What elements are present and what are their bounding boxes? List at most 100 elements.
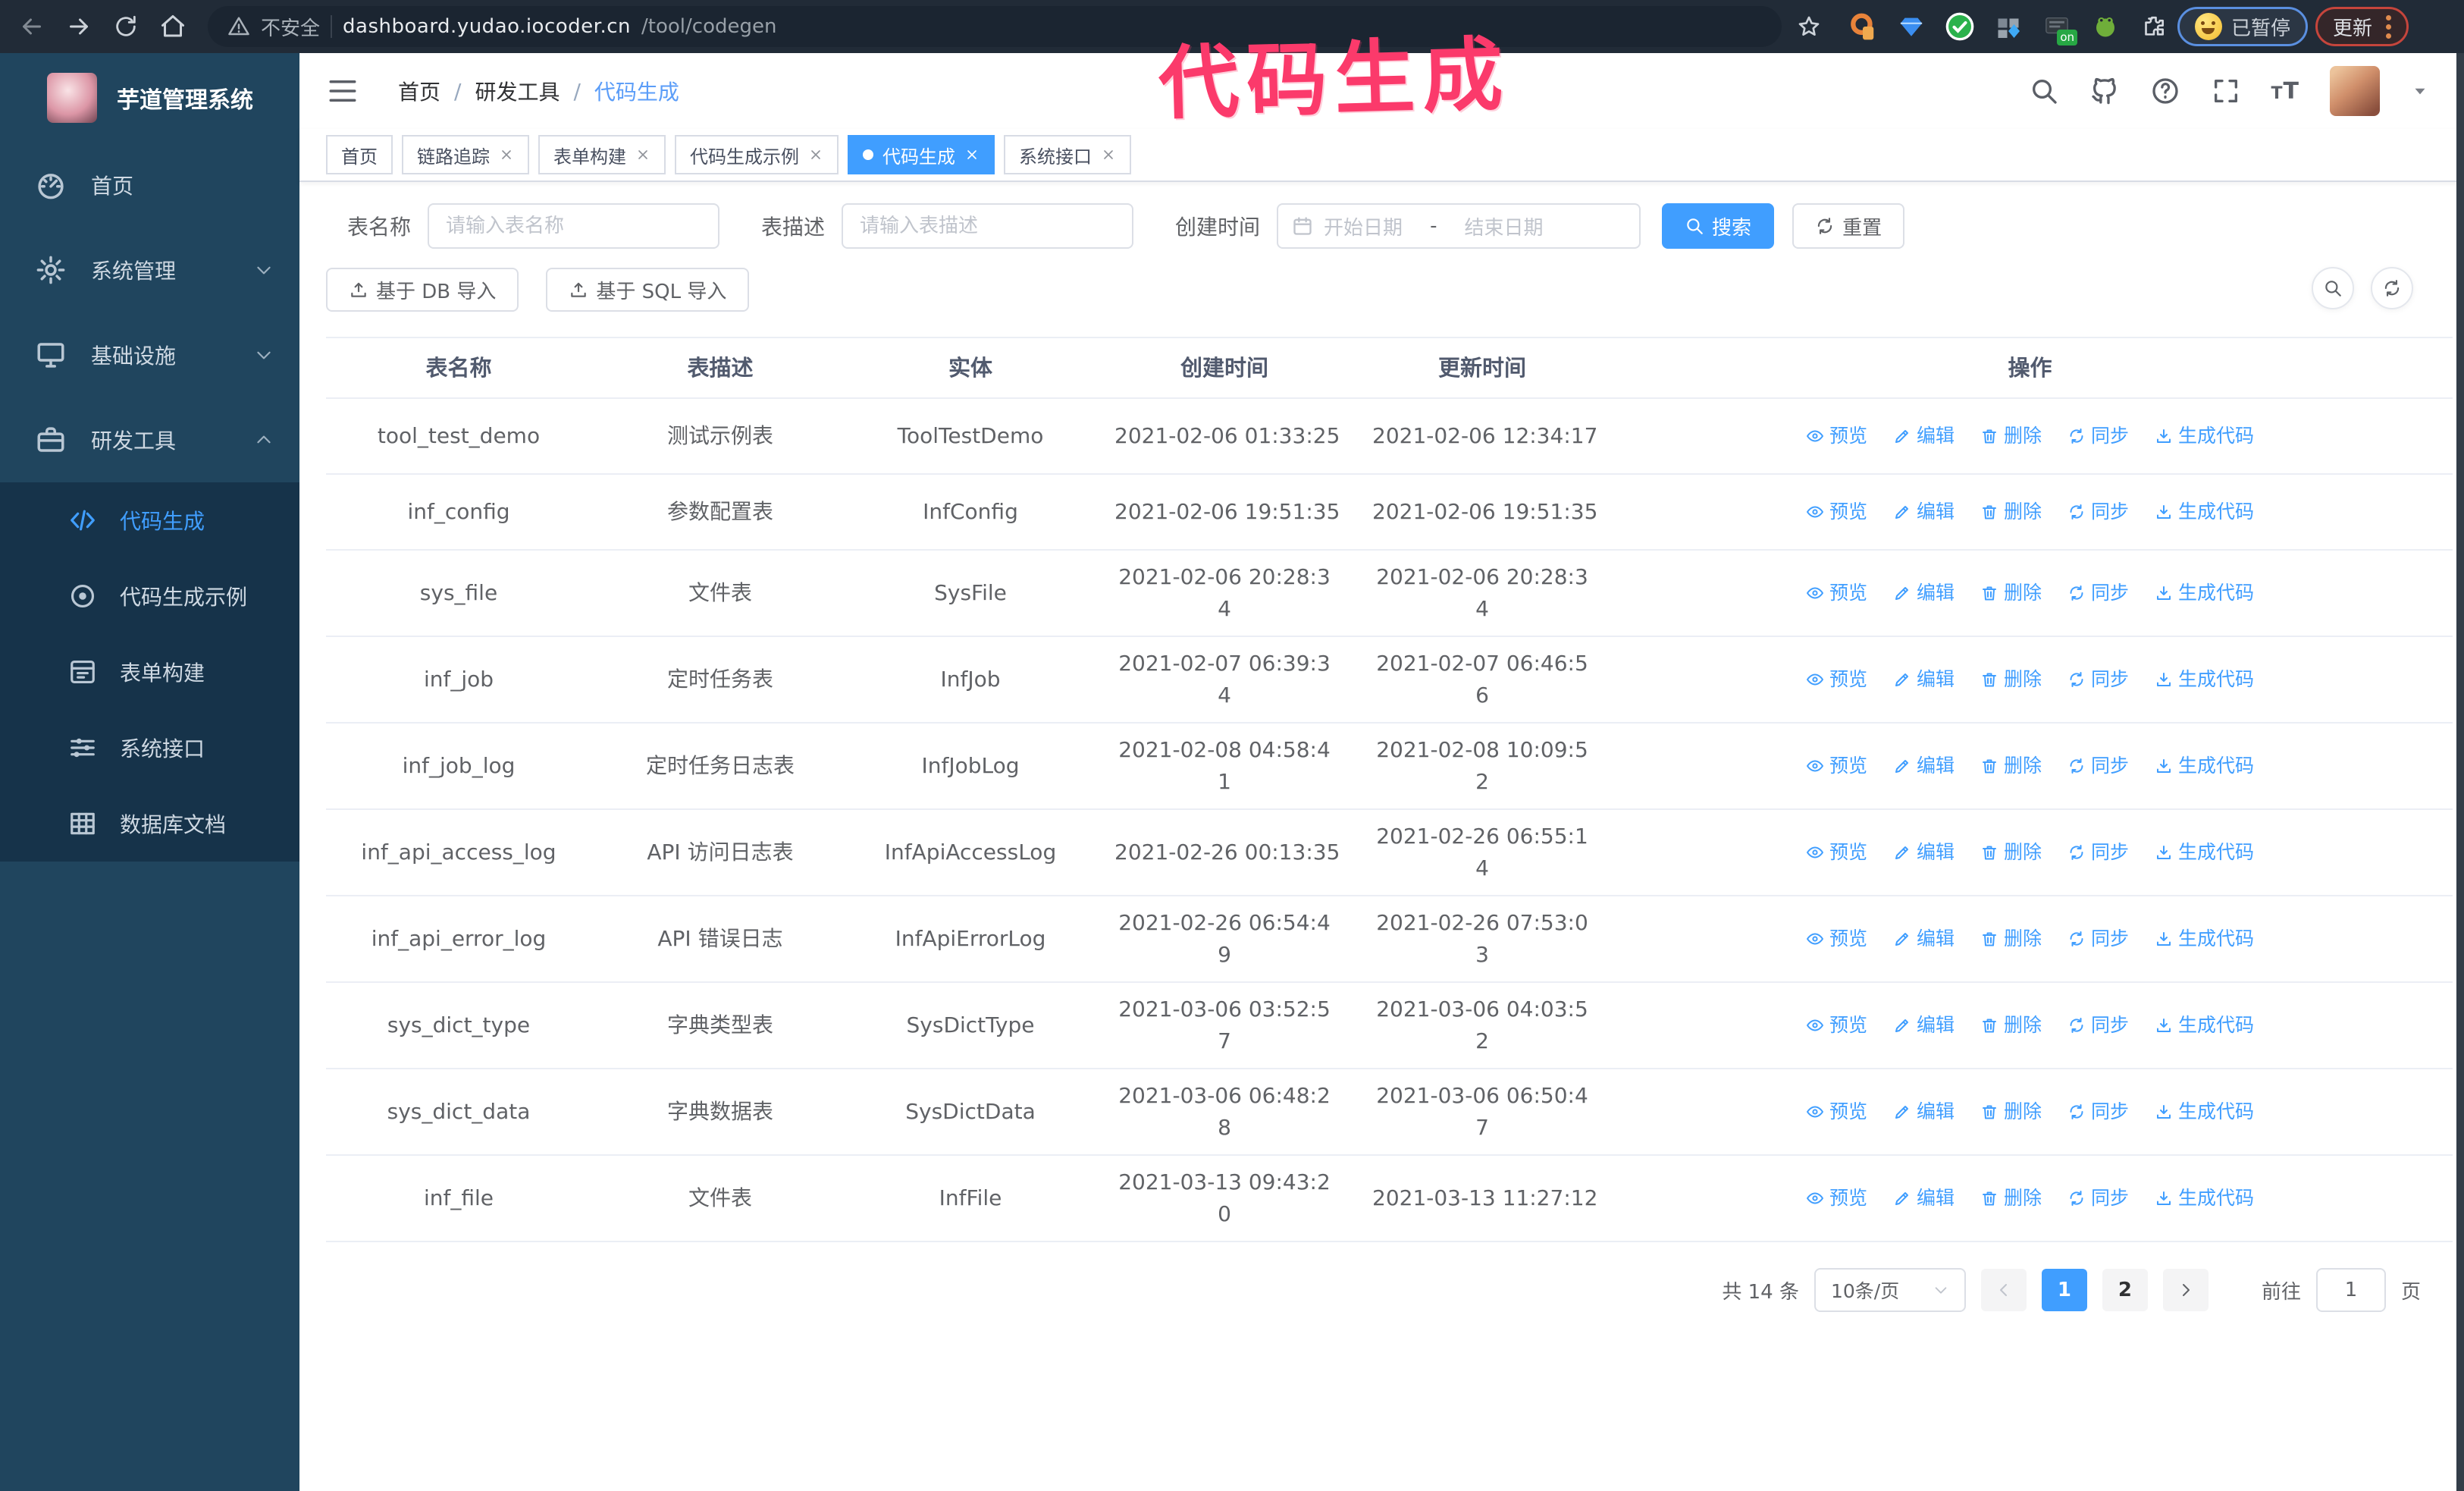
hamburger-icon[interactable] xyxy=(327,75,359,107)
tab-codegen-example[interactable]: 代码生成示例 xyxy=(675,135,839,174)
row-action-generate[interactable]: 生成代码 xyxy=(2155,923,2254,955)
row-action-delete[interactable]: 删除 xyxy=(1980,577,2042,609)
row-action-edit[interactable]: 编辑 xyxy=(1893,1096,1955,1128)
extension-icon-1[interactable] xyxy=(1847,11,1879,42)
row-action-generate[interactable]: 生成代码 xyxy=(2155,1009,2254,1041)
row-action-generate[interactable]: 生成代码 xyxy=(2155,496,2254,528)
goto-page-input[interactable] xyxy=(2315,1268,2386,1312)
page-size-select[interactable]: 10条/页 xyxy=(1814,1268,1966,1312)
row-action-preview[interactable]: 预览 xyxy=(1806,1096,1867,1128)
row-action-delete[interactable]: 删除 xyxy=(1980,1182,2042,1214)
row-action-generate[interactable]: 生成代码 xyxy=(2155,837,2254,868)
breadcrumb-section[interactable]: 研发工具 xyxy=(475,76,560,106)
row-action-sync[interactable]: 同步 xyxy=(2067,664,2129,695)
fullscreen-icon[interactable] xyxy=(2211,76,2241,106)
row-action-preview[interactable]: 预览 xyxy=(1806,577,1867,609)
row-action-preview[interactable]: 预览 xyxy=(1806,664,1867,695)
row-action-delete[interactable]: 删除 xyxy=(1980,750,2042,782)
row-action-delete[interactable]: 删除 xyxy=(1980,923,2042,955)
row-action-generate[interactable]: 生成代码 xyxy=(2155,420,2254,452)
sidebar-item-system[interactable]: 系统管理 xyxy=(0,228,299,312)
close-icon[interactable] xyxy=(635,147,650,162)
github-icon[interactable] xyxy=(2089,76,2120,106)
row-action-sync[interactable]: 同步 xyxy=(2067,750,2129,782)
row-action-edit[interactable]: 编辑 xyxy=(1893,750,1955,782)
row-action-sync[interactable]: 同步 xyxy=(2067,577,2129,609)
row-action-generate[interactable]: 生成代码 xyxy=(2155,1182,2254,1214)
row-action-delete[interactable]: 删除 xyxy=(1980,496,2042,528)
page-button-2[interactable]: 2 xyxy=(2102,1269,2148,1311)
browser-home-button[interactable] xyxy=(153,7,193,46)
row-action-preview[interactable]: 预览 xyxy=(1806,1182,1867,1214)
sidebar-item-infra[interactable]: 基础设施 xyxy=(0,312,299,397)
search-button[interactable]: 搜索 xyxy=(1662,203,1775,249)
browser-reload-button[interactable] xyxy=(106,7,146,46)
row-action-preview[interactable]: 预览 xyxy=(1806,923,1867,955)
row-action-sync[interactable]: 同步 xyxy=(2067,1182,2129,1214)
page-scrollbar[interactable] xyxy=(2456,53,2464,1491)
extension-icon-4[interactable] xyxy=(1992,11,2024,42)
close-icon[interactable] xyxy=(808,147,823,162)
logo[interactable]: 芋道管理系统 xyxy=(0,53,299,143)
sidebar-item-db-doc[interactable]: 数据库文档 xyxy=(0,786,299,862)
row-action-generate[interactable]: 生成代码 xyxy=(2155,664,2254,695)
avatar[interactable] xyxy=(2330,66,2380,116)
row-action-edit[interactable]: 编辑 xyxy=(1893,837,1955,868)
row-action-delete[interactable]: 删除 xyxy=(1980,664,2042,695)
row-action-edit[interactable]: 编辑 xyxy=(1893,1182,1955,1214)
extension-icon-6[interactable] xyxy=(2089,11,2121,42)
breadcrumb-home[interactable]: 首页 xyxy=(398,76,440,106)
row-action-sync[interactable]: 同步 xyxy=(2067,837,2129,868)
toggle-search-button[interactable] xyxy=(2312,267,2354,309)
font-size-icon[interactable]: TT xyxy=(2271,78,2299,105)
row-action-edit[interactable]: 编辑 xyxy=(1893,1009,1955,1041)
browser-back-button[interactable] xyxy=(12,7,52,46)
import-sql-button[interactable]: 基于 SQL 导入 xyxy=(546,268,750,312)
sidebar-item-codegen[interactable]: 代码生成 xyxy=(0,482,299,558)
row-action-delete[interactable]: 删除 xyxy=(1980,837,2042,868)
date-range-input[interactable]: 开始日期 - 结束日期 xyxy=(1277,203,1641,249)
row-action-sync[interactable]: 同步 xyxy=(2067,1009,2129,1041)
browser-forward-button[interactable] xyxy=(59,7,99,46)
tab-codegen[interactable]: 代码生成 xyxy=(848,135,995,174)
row-action-edit[interactable]: 编辑 xyxy=(1893,923,1955,955)
row-action-preview[interactable]: 预览 xyxy=(1806,496,1867,528)
extension-icon-3[interactable] xyxy=(1944,11,1976,42)
extension-icon-5[interactable]: on xyxy=(2041,11,2077,46)
close-icon[interactable] xyxy=(1101,147,1116,162)
search-icon[interactable] xyxy=(2029,76,2059,106)
row-action-sync[interactable]: 同步 xyxy=(2067,923,2129,955)
tab-system-api[interactable]: 系统接口 xyxy=(1004,135,1131,174)
browser-update-button[interactable]: 更新 xyxy=(2315,7,2409,46)
row-action-edit[interactable]: 编辑 xyxy=(1893,577,1955,609)
row-action-delete[interactable]: 删除 xyxy=(1980,1096,2042,1128)
next-page-button[interactable] xyxy=(2162,1269,2209,1311)
row-action-delete[interactable]: 删除 xyxy=(1980,420,2042,452)
bookmark-star-icon[interactable] xyxy=(1789,7,1829,46)
row-action-generate[interactable]: 生成代码 xyxy=(2155,1096,2254,1128)
row-action-edit[interactable]: 编辑 xyxy=(1893,420,1955,452)
close-icon[interactable] xyxy=(499,147,514,162)
table-desc-input[interactable] xyxy=(842,203,1134,249)
sidebar-item-system-api[interactable]: 系统接口 xyxy=(0,710,299,786)
row-action-sync[interactable]: 同步 xyxy=(2067,1096,2129,1128)
tab-home[interactable]: 首页 xyxy=(326,135,393,174)
extension-icon-2[interactable] xyxy=(1895,11,1927,42)
row-action-delete[interactable]: 删除 xyxy=(1980,1009,2042,1041)
sidebar-item-form-builder[interactable]: 表单构建 xyxy=(0,634,299,710)
import-db-button[interactable]: 基于 DB 导入 xyxy=(326,268,519,312)
refresh-table-button[interactable] xyxy=(2371,267,2413,309)
row-action-preview[interactable]: 预览 xyxy=(1806,837,1867,868)
row-action-preview[interactable]: 预览 xyxy=(1806,420,1867,452)
reset-button[interactable]: 重置 xyxy=(1792,203,1905,249)
browser-menu-icon[interactable] xyxy=(2386,14,2392,39)
profile-chip[interactable]: 已暂停 xyxy=(2177,7,2309,46)
row-action-preview[interactable]: 预览 xyxy=(1806,1009,1867,1041)
row-action-sync[interactable]: 同步 xyxy=(2067,420,2129,452)
row-action-edit[interactable]: 编辑 xyxy=(1893,496,1955,528)
page-button-1[interactable]: 1 xyxy=(2041,1269,2087,1311)
prev-page-button[interactable] xyxy=(1980,1269,2027,1311)
table-name-input[interactable] xyxy=(428,203,720,249)
tab-tracing[interactable]: 链路追踪 xyxy=(402,135,529,174)
extensions-puzzle-icon[interactable] xyxy=(2138,11,2170,42)
